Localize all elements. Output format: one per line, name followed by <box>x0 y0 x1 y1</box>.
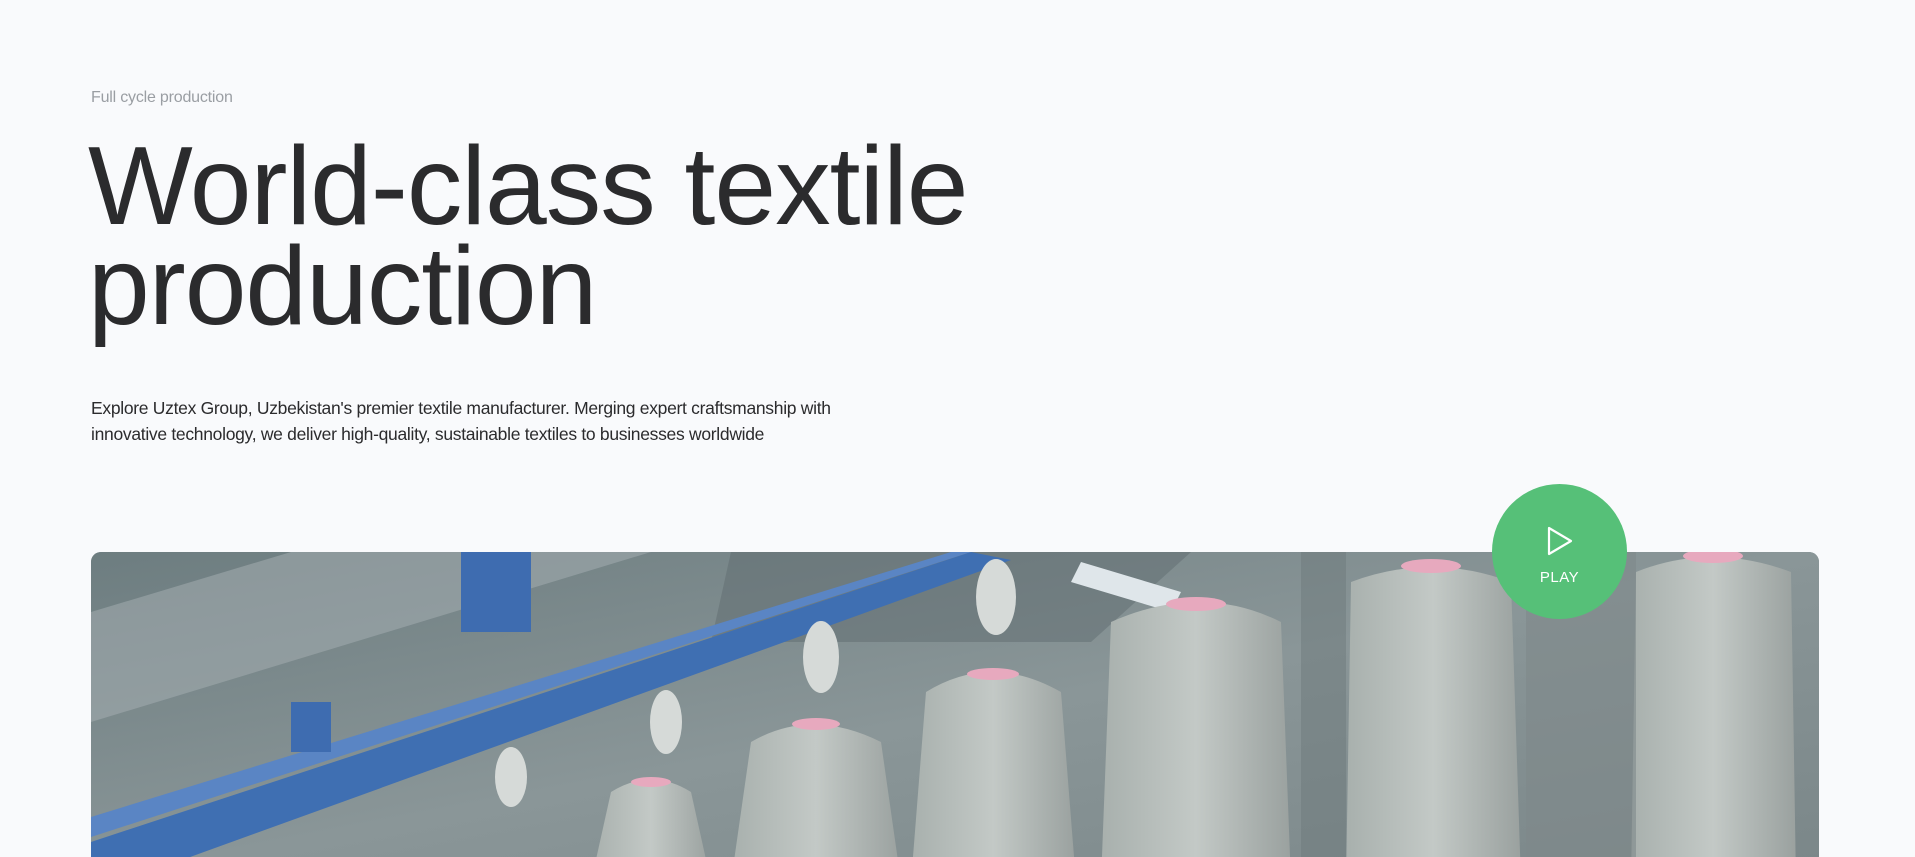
play-icon <box>1547 526 1572 556</box>
page-title: World-class textile production <box>88 131 1188 342</box>
play-button[interactable]: PLAY <box>1492 484 1627 619</box>
play-label: PLAY <box>1539 569 1580 586</box>
intro-paragraph: Explore Uztex Group, Uzbekistan's premie… <box>91 398 831 444</box>
eyebrow-label: Full cycle production <box>91 89 233 106</box>
page-title-line-2: production <box>88 224 597 348</box>
page: Full cycle production World-class textil… <box>0 0 1915 857</box>
